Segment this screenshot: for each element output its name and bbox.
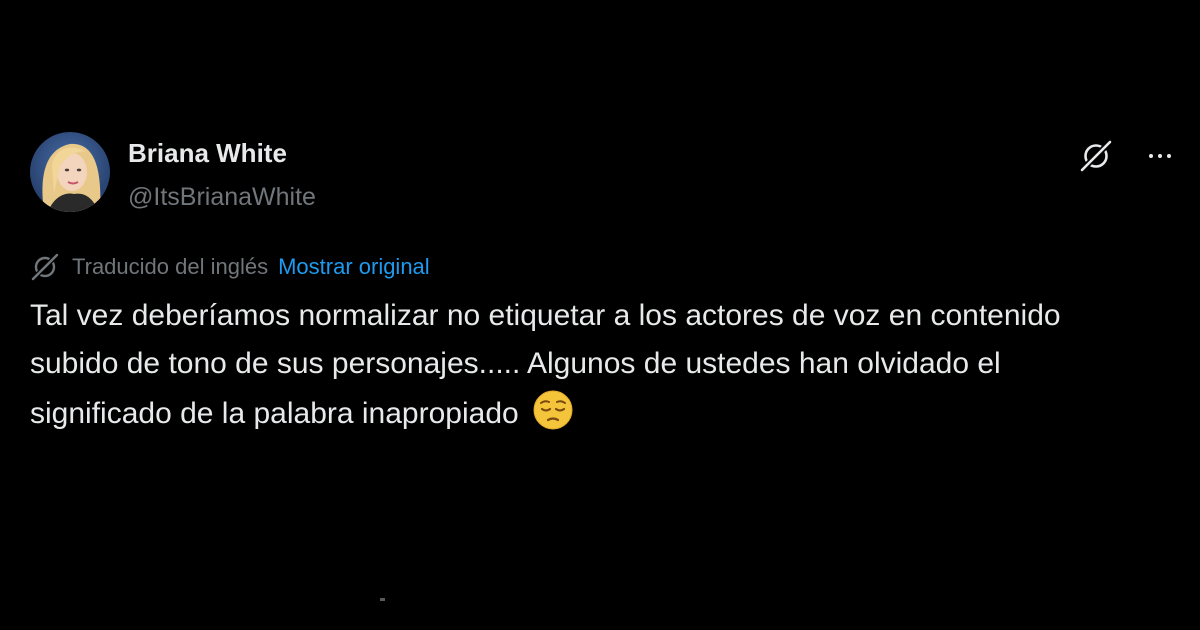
user-handle[interactable]: @ItsBrianaWhite [128, 182, 316, 212]
tweet-text-container: Tal vez deberíamos normalizar no etiquet… [30, 292, 1150, 438]
avatar[interactable] [30, 132, 110, 212]
tweet-actions [1078, 138, 1180, 174]
more-options-button[interactable] [1140, 138, 1180, 174]
display-name[interactable]: Briana White [128, 138, 316, 168]
more-options-icon [1149, 154, 1171, 158]
avatar-photo [30, 132, 110, 212]
grok-icon [1080, 140, 1112, 172]
pensive-face-emoji [531, 388, 575, 432]
user-info: Briana White @ItsBrianaWhite [128, 138, 316, 212]
translation-notice: Traducido del inglés Mostrar original [30, 250, 430, 284]
translation-label: Traducido del inglés [72, 254, 269, 279]
grok-icon [30, 252, 60, 282]
show-original-link[interactable]: Mostrar original [278, 254, 430, 280]
grok-button[interactable] [1078, 138, 1114, 174]
divider-dot [380, 598, 385, 601]
tweet-card: Briana White @ItsBrianaWhite Traducido d… [30, 130, 1180, 601]
